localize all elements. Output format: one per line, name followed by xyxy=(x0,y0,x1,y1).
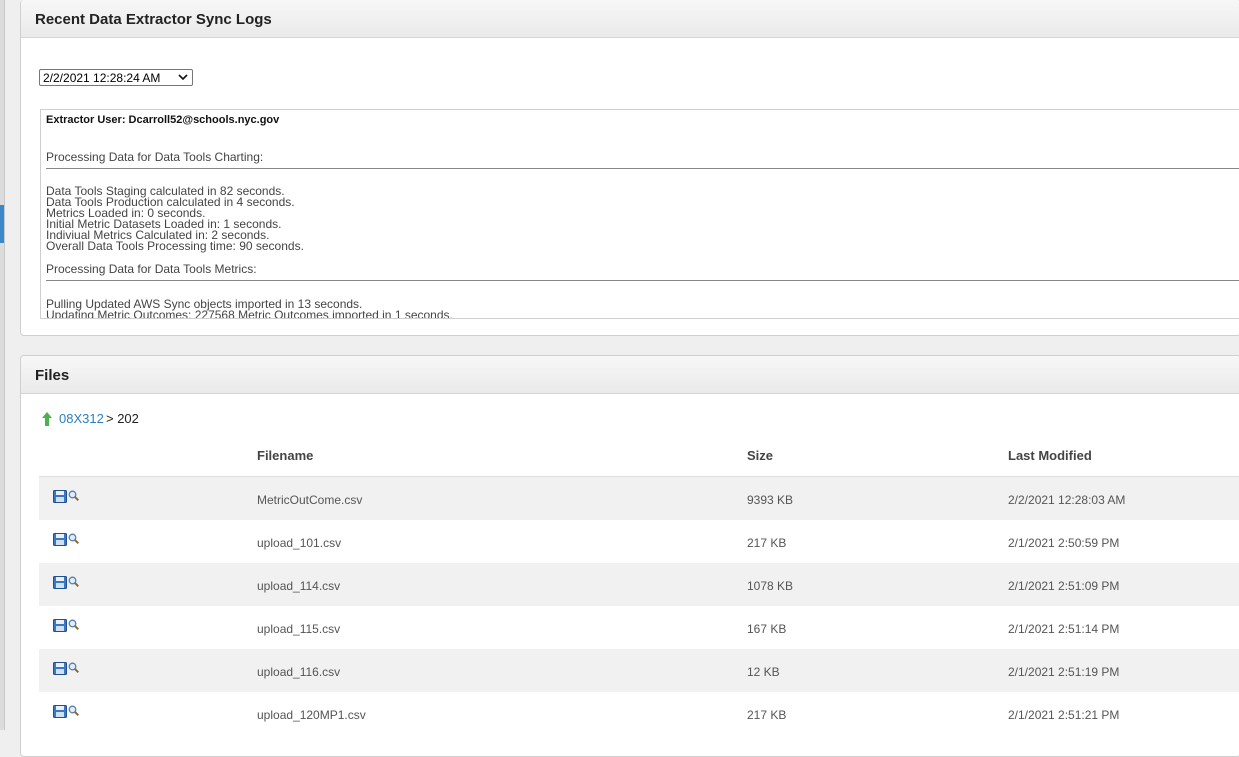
sync-logs-panel: Recent Data Extractor Sync Logs 2/2/2021… xyxy=(20,0,1239,336)
file-name[interactable]: upload_101.csv xyxy=(257,536,341,550)
sync-run-select[interactable]: 2/2/2021 12:28:24 AM xyxy=(39,69,193,86)
file-size: 9393 KB xyxy=(747,493,794,507)
column-header-last-modified[interactable]: Last Modified xyxy=(1008,448,1092,463)
log-divider xyxy=(46,280,1239,281)
left-edge-marker xyxy=(0,205,4,243)
files-title: Files xyxy=(35,367,70,384)
floppy-disk-icon[interactable] xyxy=(53,490,67,503)
sync-logs-header: Recent Data Extractor Sync Logs xyxy=(21,0,1239,38)
row-actions xyxy=(53,576,80,590)
file-size: 1078 KB xyxy=(747,579,794,593)
file-last-modified: 2/1/2021 2:51:14 PM xyxy=(1008,622,1120,636)
row-actions xyxy=(53,533,80,547)
log-section-heading: Processing Data for Data Tools Charting: xyxy=(46,150,264,164)
magnifier-icon[interactable] xyxy=(68,533,80,545)
row-actions xyxy=(53,662,80,676)
table-row[interactable]: upload_114.csv 1078 KB 2/1/2021 2:51:09 PM xyxy=(39,563,1239,606)
log-line: Overall Data Tools Processing time: 90 s… xyxy=(46,239,304,253)
magnifier-icon[interactable] xyxy=(68,619,80,631)
file-name[interactable]: upload_114.csv xyxy=(257,579,340,593)
file-size: 217 KB xyxy=(747,708,787,722)
column-header-filename[interactable]: Filename xyxy=(257,448,313,463)
file-size: 12 KB xyxy=(747,665,780,679)
file-name[interactable]: upload_115.csv xyxy=(257,622,340,636)
column-header-size[interactable]: Size xyxy=(747,448,773,463)
log-line: Updating Metric Outcomes: 227568 Metric … xyxy=(46,308,453,319)
breadcrumb-current: > 202 xyxy=(106,411,139,426)
row-actions xyxy=(53,619,80,633)
table-row[interactable]: upload_101.csv 217 KB 2/1/2021 2:50:59 PM xyxy=(39,520,1239,563)
sync-run-selected-value: 2/2/2021 12:28:24 AM xyxy=(43,71,161,85)
file-last-modified: 2/1/2021 2:51:09 PM xyxy=(1008,579,1120,593)
breadcrumb-parent-link[interactable]: 08X312 xyxy=(59,411,104,426)
file-size: 217 KB xyxy=(747,536,787,550)
floppy-disk-icon[interactable] xyxy=(53,619,67,632)
floppy-disk-icon[interactable] xyxy=(53,576,67,589)
file-last-modified: 2/1/2021 2:51:19 PM xyxy=(1008,665,1120,679)
floppy-disk-icon[interactable] xyxy=(53,662,67,675)
left-edge-strip xyxy=(0,0,5,730)
table-row[interactable]: upload_115.csv 167 KB 2/1/2021 2:51:14 PM xyxy=(39,606,1239,649)
file-name[interactable]: MetricOutCome.csv xyxy=(257,493,362,507)
file-size: 167 KB xyxy=(747,622,787,636)
chevron-down-icon xyxy=(178,74,188,81)
file-last-modified: 2/1/2021 2:50:59 PM xyxy=(1008,536,1120,550)
floppy-disk-icon[interactable] xyxy=(53,705,67,718)
log-section-heading: Processing Data for Data Tools Metrics: xyxy=(46,262,257,276)
file-last-modified: 2/2/2021 12:28:03 AM xyxy=(1008,493,1126,507)
extractor-user: Extractor User: Dcarroll52@schools.nyc.g… xyxy=(46,114,280,126)
file-name[interactable]: upload_120MP1.csv xyxy=(257,708,366,722)
table-row[interactable]: upload_120MP1.csv 217 KB 2/1/2021 2:51:21 … xyxy=(39,692,1239,735)
magnifier-icon[interactable] xyxy=(68,705,80,717)
magnifier-icon[interactable] xyxy=(68,490,80,502)
files-panel: Files 08X312 > 202 Filename Size Last Mo… xyxy=(20,355,1239,757)
file-last-modified: 2/1/2021 2:51:21 PM xyxy=(1008,708,1120,722)
table-row[interactable]: MetricOutCome.csv 9393 KB 2/2/2021 12:28:0… xyxy=(39,477,1239,520)
files-header: Files xyxy=(21,356,1239,394)
floppy-disk-icon[interactable] xyxy=(53,533,67,546)
magnifier-icon[interactable] xyxy=(68,576,80,588)
log-divider xyxy=(46,168,1239,169)
row-actions xyxy=(53,705,80,719)
up-arrow-icon[interactable] xyxy=(42,412,52,426)
sync-logs-title: Recent Data Extractor Sync Logs xyxy=(35,11,272,28)
file-name[interactable]: upload_116.csv xyxy=(257,665,340,679)
row-actions xyxy=(53,490,80,504)
table-row[interactable]: upload_116.csv 12 KB 2/1/2021 2:51:19 PM xyxy=(39,649,1239,692)
sync-log-output[interactable]: Extractor User: Dcarroll52@schools.nyc.g… xyxy=(40,109,1239,319)
magnifier-icon[interactable] xyxy=(68,662,80,674)
